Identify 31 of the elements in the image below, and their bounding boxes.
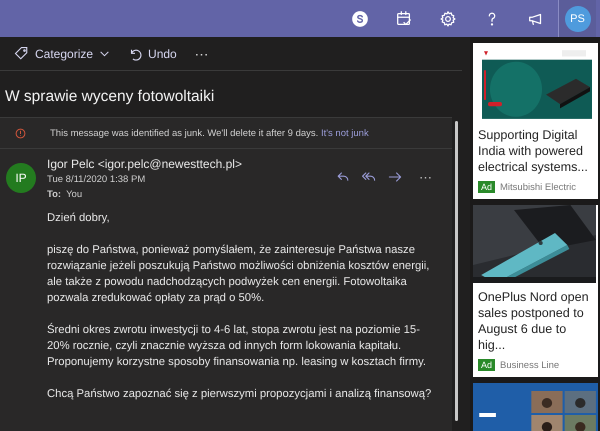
message-subject: W sprawie wyceny fotowoltaiki xyxy=(4,87,216,107)
body-paragraph: Średni okres zwrotu inwestycji to 4-6 lat, stopa zwrotu jest na poziomie 15-20% rocznie, czyli znacznie wyższa od innych form lokowania kapitału. Proponujemy korzystne sposoby finansowania np. leasing w kosztach firmy. xyxy=(47,322,428,370)
ad-title: OnePlus Nord open sales postponed to August 6 due to hig... xyxy=(478,289,590,353)
warning-icon xyxy=(15,128,26,138)
message-date: Tue 8/11/2020 1:38 PM xyxy=(47,174,146,185)
undo-button[interactable]: Undo xyxy=(122,44,183,64)
ad-card[interactable]: Supporting Digital India with powered electrical systems... Ad Mitsubishi Electric xyxy=(473,43,598,199)
ad-source: Business Line xyxy=(500,360,560,370)
sender-avatar: IP xyxy=(6,163,36,193)
ad-badge: Ad xyxy=(478,359,496,371)
settings-icon[interactable] xyxy=(439,10,457,28)
more-actions-button[interactable]: ⋯ xyxy=(413,168,438,186)
body-paragraph: piszę do Państwa, ponieważ pomyślałem, że zainteresuje Państwa nasze rozwiązanie jeżeli poszukują Państwo możliwości obniżenia kosztów energii, ale także z powodu nadchodzących podwyżek cen energii. Fotowoltaika pozwala zredukować opłaty za prąd o 50%. xyxy=(47,243,430,306)
to-label: To: xyxy=(47,189,62,200)
ad-card[interactable]: OnePlus Nord open sales postponed to August 6 due to hig... Ad Business Line xyxy=(473,205,598,377)
recipient: You xyxy=(66,189,82,200)
ad-source: Mitsubishi Electric xyxy=(500,182,576,192)
skype-icon[interactable] xyxy=(351,10,369,28)
body-paragraph: Dzień dobry, xyxy=(47,211,111,226)
sender-name: Igor Pelc <igor.pelc@newesttech.pl> xyxy=(47,157,243,171)
ad-badge: Ad xyxy=(478,181,496,193)
junk-notice: This message was identified as junk. We'll delete it after 9 days. It's not junk xyxy=(50,128,369,138)
ad-title: Supporting Digital India with powered electrical systems... xyxy=(478,127,589,175)
tag-icon xyxy=(14,46,29,61)
body-paragraph: Chcą Państwo zapoznać się z pierwszymi propozycjami i analizą finansową? xyxy=(47,387,432,402)
undo-icon xyxy=(128,46,142,60)
scrollbar[interactable] xyxy=(454,121,458,421)
categorize-button[interactable]: Categorize xyxy=(8,43,116,64)
calendar-check-icon[interactable] xyxy=(395,10,413,28)
not-junk-link[interactable]: It's not junk xyxy=(320,128,369,138)
more-button[interactable]: ⋯ xyxy=(188,42,215,64)
